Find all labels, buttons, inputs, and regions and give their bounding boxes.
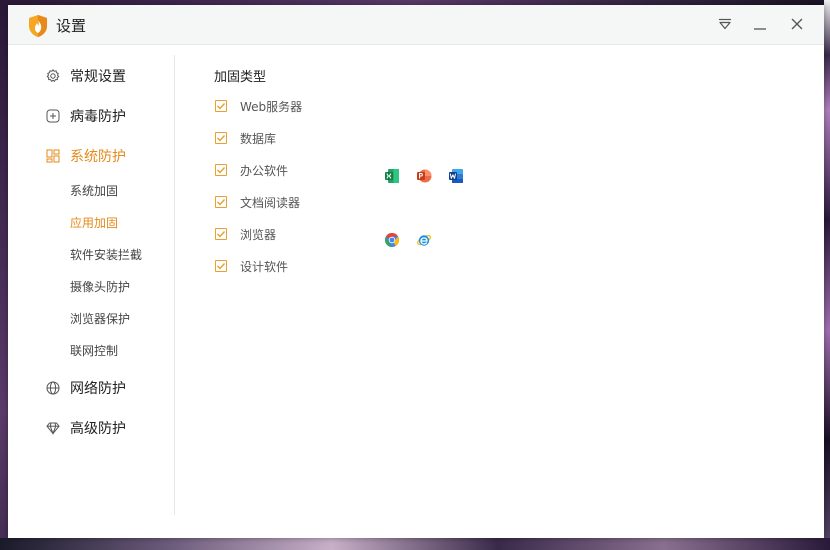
- option-database[interactable]: 数据库: [215, 129, 276, 147]
- main-content: 加固类型 Web服务器 数据库 办公软件 文档阅读器 浏览器 设计软件: [214, 45, 814, 515]
- minimize-button[interactable]: [750, 14, 770, 34]
- sidebar-item-network[interactable]: 网络防护: [46, 377, 126, 399]
- sidebar-item-label: 常规设置: [70, 69, 126, 85]
- title-bar[interactable]: 设置: [8, 5, 824, 45]
- database-checkbox[interactable]: [215, 132, 227, 144]
- office-checkbox[interactable]: [215, 164, 227, 176]
- globe-icon: [46, 381, 60, 395]
- option-office[interactable]: 办公软件: [215, 161, 288, 179]
- check-icon: [217, 199, 226, 206]
- close-icon: [791, 18, 803, 30]
- sidebar-nav: 常规设置 病毒防护 系统防护 系统加固 应用加固 软件安装拦截 摄像头防护 浏览…: [8, 45, 174, 515]
- option-label: Web服务器: [240, 99, 303, 114]
- option-label: 浏览器: [240, 227, 277, 242]
- close-button[interactable]: [787, 14, 807, 34]
- minimize-icon: [754, 28, 766, 30]
- settings-window: 设置 常规设置 病毒防护 系统防护 系统加固 应用加固 软件安装拦截 摄像头防护…: [8, 5, 824, 538]
- option-web-server[interactable]: Web服务器: [215, 97, 302, 115]
- web-server-checkbox[interactable]: [215, 100, 227, 112]
- excel-icon: [385, 169, 399, 183]
- powerpoint-icon: [417, 169, 432, 183]
- sidebar-divider: [174, 55, 175, 515]
- design-checkbox[interactable]: [215, 260, 227, 272]
- sub-item-camera-protect[interactable]: 摄像头防护: [70, 276, 130, 296]
- check-icon: [217, 231, 226, 238]
- sidebar-item-system[interactable]: 系统防护: [46, 145, 126, 167]
- option-design[interactable]: 设计软件: [215, 257, 288, 275]
- check-icon: [217, 135, 226, 142]
- sub-item-install-block[interactable]: 软件安装拦截: [70, 244, 142, 264]
- triangle-down-icon: [719, 18, 731, 30]
- sidebar-item-label: 网络防护: [70, 381, 126, 397]
- browser-checkbox[interactable]: [215, 228, 227, 240]
- check-icon: [217, 103, 226, 110]
- chrome-icon: [385, 233, 399, 247]
- shield-flame-logo-icon: [29, 15, 47, 37]
- sidebar-item-label: 高级防护: [70, 421, 126, 437]
- sidebar-item-label: 系统防护: [70, 149, 126, 165]
- grid-icon: [46, 149, 60, 163]
- option-label: 数据库: [240, 131, 277, 146]
- option-label: 文档阅读器: [240, 195, 301, 210]
- sub-item-browser-protect[interactable]: 浏览器保护: [70, 308, 130, 328]
- sub-item-system-hardening[interactable]: 系统加固: [70, 180, 118, 200]
- option-doc-reader[interactable]: 文档阅读器: [215, 193, 300, 211]
- check-icon: [217, 167, 226, 174]
- option-browser[interactable]: 浏览器: [215, 225, 276, 243]
- gear-icon: [46, 69, 60, 83]
- desktop-background-right: [824, 0, 830, 550]
- option-label: 设计软件: [240, 259, 289, 274]
- sidebar-item-general[interactable]: 常规设置: [46, 65, 126, 87]
- check-icon: [217, 263, 226, 270]
- option-label: 办公软件: [240, 163, 289, 178]
- sidebar-item-label: 病毒防护: [70, 109, 126, 125]
- section-title: 加固类型: [214, 70, 267, 85]
- sub-item-network-control[interactable]: 联网控制: [70, 340, 118, 360]
- sub-item-app-hardening[interactable]: 应用加固: [70, 212, 118, 232]
- desktop-background-bottom: [0, 538, 830, 550]
- plus-square-icon: [46, 109, 60, 123]
- sidebar-item-advanced[interactable]: 高级防护: [46, 417, 126, 439]
- doc-reader-checkbox[interactable]: [215, 196, 227, 208]
- sidebar-item-virus[interactable]: 病毒防护: [46, 105, 126, 127]
- diamond-icon: [46, 421, 60, 435]
- word-icon: [449, 169, 463, 183]
- window-title: 设置: [56, 17, 87, 35]
- ie-icon: [416, 234, 432, 246]
- menu-dropdown-button[interactable]: [715, 14, 735, 34]
